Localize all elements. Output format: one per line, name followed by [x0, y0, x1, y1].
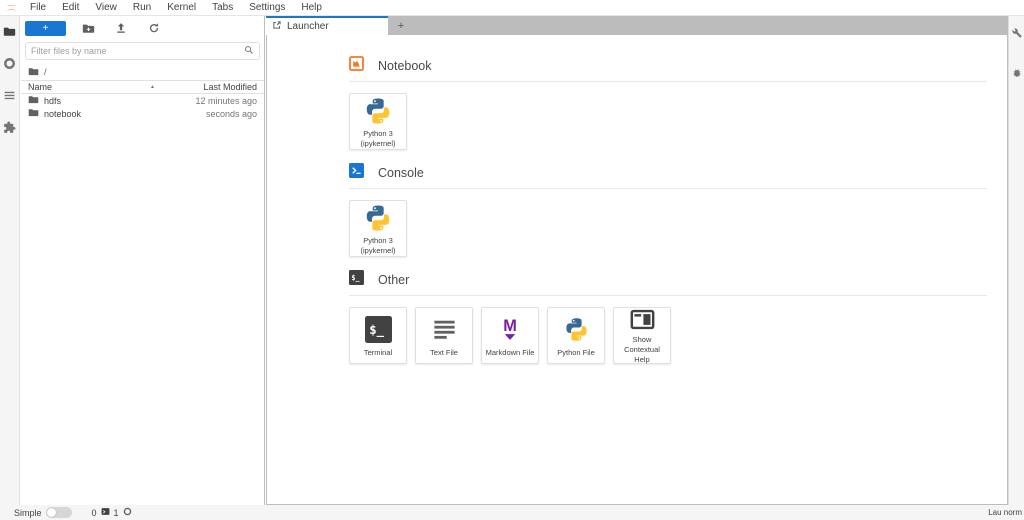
- section-title: Other: [378, 273, 409, 287]
- card-label: Python File: [555, 348, 597, 358]
- file-modified: seconds ago: [206, 109, 257, 119]
- new-folder-icon[interactable]: [77, 19, 99, 37]
- file-name: notebook: [44, 109, 201, 119]
- terminals-count: 0: [92, 508, 97, 518]
- launcher-card-terminal[interactable]: $_ Terminal: [349, 307, 407, 364]
- running-sessions-icon[interactable]: [0, 54, 20, 72]
- file-row-notebook[interactable]: notebook seconds ago: [21, 107, 264, 120]
- file-browser-toolbar: +: [21, 16, 264, 40]
- section-divider: [349, 295, 987, 296]
- section-divider: [349, 188, 987, 189]
- section-title: Console: [378, 166, 424, 180]
- refresh-icon[interactable]: [143, 19, 165, 37]
- extension-manager-icon[interactable]: [0, 118, 20, 136]
- menu-kernel[interactable]: Kernel: [159, 0, 204, 15]
- breadcrumb: /: [21, 64, 264, 80]
- svg-text:M: M: [503, 317, 517, 335]
- card-label: Markdown File: [484, 348, 537, 358]
- sort-ascending-icon: ▲: [150, 84, 155, 90]
- launcher-section-console: Console Python 3(ipykernel): [349, 164, 987, 257]
- upload-icon[interactable]: [110, 19, 132, 37]
- menubar: File Edit View Run Kernel Tabs Settings …: [0, 0, 1024, 16]
- contextual-help-icon: [629, 306, 656, 333]
- status-right-text: Lau norm: [988, 508, 1022, 517]
- simple-interface-label: Simple: [14, 508, 42, 518]
- card-label: Terminal: [362, 348, 394, 358]
- filter-files-input[interactable]: [31, 46, 244, 56]
- filter-files-box: [25, 42, 260, 60]
- launcher-card-console-python3[interactable]: Python 3(ipykernel): [349, 200, 407, 257]
- tab-label: Launcher: [287, 21, 329, 32]
- console-icon: [349, 163, 364, 183]
- new-tab-button[interactable]: +: [388, 16, 414, 35]
- card-label: Text File: [428, 348, 460, 358]
- file-modified: 12 minutes ago: [195, 96, 257, 106]
- menu-run[interactable]: Run: [125, 0, 159, 15]
- property-inspector-icon[interactable]: [1009, 24, 1024, 42]
- debugger-icon[interactable]: [1009, 64, 1024, 82]
- notebook-icon: [349, 56, 364, 76]
- jupyter-logo-icon: [0, 1, 22, 14]
- new-launcher-button[interactable]: +: [25, 21, 66, 36]
- folder-icon: [28, 94, 39, 107]
- file-browser-panel: + / Name ▲ Last Modified: [21, 16, 265, 505]
- menu-edit[interactable]: Edit: [54, 0, 87, 15]
- text-file-icon: [431, 314, 458, 346]
- python-icon: [363, 95, 393, 127]
- menu-tabs[interactable]: Tabs: [204, 0, 241, 15]
- python-icon: [563, 314, 590, 346]
- toggle-knob: [47, 508, 56, 517]
- launcher-section-other: $_ Other $_ Terminal: [349, 271, 987, 364]
- left-sidebar: [0, 16, 20, 505]
- simple-interface-toggle[interactable]: [46, 507, 72, 518]
- launcher-card-markdown-file[interactable]: M Markdown File: [481, 307, 539, 364]
- terminal-icon: $_: [365, 314, 392, 346]
- folder-icon: [28, 107, 39, 120]
- terminal-status-icon: [101, 507, 110, 518]
- running-sessions-status[interactable]: 0 1: [92, 507, 132, 518]
- menu-help[interactable]: Help: [293, 0, 330, 15]
- launcher-section-notebook: Notebook Python 3(ipykernel): [349, 57, 987, 150]
- launcher-card-python-file[interactable]: Python File: [547, 307, 605, 364]
- terminal-icon: $_: [349, 270, 364, 290]
- card-label: Python 3(ipykernel): [358, 236, 397, 256]
- column-header-last-modified[interactable]: Last Modified: [177, 82, 257, 92]
- file-name: hdfs: [44, 96, 190, 106]
- file-list-header: Name ▲ Last Modified: [21, 80, 264, 94]
- column-header-name[interactable]: Name: [28, 82, 150, 92]
- svg-text:$_: $_: [369, 323, 384, 338]
- file-browser-icon[interactable]: [0, 22, 20, 40]
- svg-text:$_: $_: [351, 274, 360, 282]
- section-title: Notebook: [378, 59, 432, 73]
- file-row-hdfs[interactable]: hdfs 12 minutes ago: [21, 94, 264, 107]
- card-label: Python 3(ipykernel): [358, 129, 397, 149]
- status-bar: Simple 0 1 Lau norm: [0, 505, 1024, 520]
- section-divider: [349, 81, 987, 82]
- python-icon: [363, 202, 393, 234]
- tab-launcher[interactable]: Launcher: [266, 16, 388, 35]
- kernel-status-icon: [123, 507, 132, 518]
- tab-bar: Launcher +: [266, 16, 1008, 35]
- launcher-tab-icon: [272, 20, 282, 33]
- launcher-card-show-contextual-help[interactable]: Show Contextual Help: [613, 307, 671, 364]
- jupyterlab-app: File Edit View Run Kernel Tabs Settings …: [0, 0, 1024, 520]
- launcher-panel: Notebook Python 3(ipykernel): [266, 35, 1008, 505]
- home-folder-icon[interactable]: [28, 66, 39, 79]
- right-sidebar: [1008, 16, 1024, 505]
- search-icon: [244, 42, 254, 60]
- menu-view[interactable]: View: [87, 0, 125, 15]
- menu-file[interactable]: File: [22, 0, 54, 15]
- card-label: Show Contextual Help: [614, 335, 670, 364]
- launcher-card-notebook-python3[interactable]: Python 3(ipykernel): [349, 93, 407, 150]
- markdown-icon: M: [496, 314, 524, 346]
- kernels-count: 1: [114, 508, 119, 518]
- main-dock-panel: Launcher + Notebook: [266, 16, 1008, 505]
- menu-settings[interactable]: Settings: [241, 0, 293, 15]
- table-of-contents-icon[interactable]: [0, 86, 20, 104]
- launcher-card-text-file[interactable]: Text File: [415, 307, 473, 364]
- breadcrumb-root[interactable]: /: [44, 67, 47, 77]
